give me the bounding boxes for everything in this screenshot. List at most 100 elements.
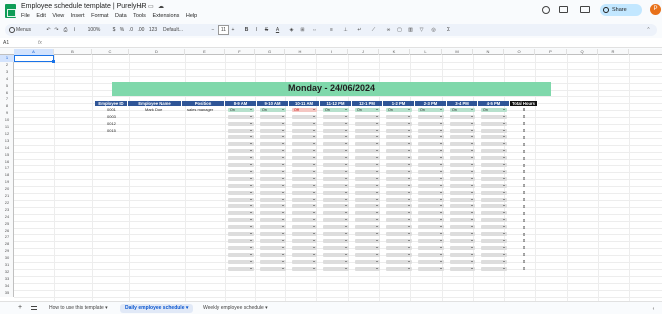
name-box[interactable]: A1 bbox=[3, 39, 9, 47]
time-slot-dropdown[interactable] bbox=[418, 197, 444, 202]
time-slot-dropdown[interactable] bbox=[228, 238, 254, 243]
column-header-f[interactable]: F bbox=[225, 49, 255, 55]
time-slot-dropdown[interactable] bbox=[481, 225, 507, 230]
time-slot-dropdown[interactable] bbox=[418, 225, 444, 230]
time-slot-dropdown[interactable] bbox=[355, 245, 380, 250]
time-slot-dropdown[interactable] bbox=[228, 266, 254, 271]
time-slot-dropdown[interactable] bbox=[292, 218, 317, 223]
total-hours-cell[interactable]: 0 bbox=[510, 114, 538, 119]
time-slot-dropdown[interactable] bbox=[450, 245, 475, 250]
time-slot-dropdown[interactable] bbox=[418, 259, 444, 264]
decrease-font-size-button[interactable]: − bbox=[210, 25, 216, 35]
time-slot-dropdown[interactable] bbox=[292, 121, 317, 126]
align-vertical-icon[interactable]: ⊥ bbox=[341, 25, 350, 35]
time-slot-dropdown[interactable] bbox=[481, 245, 507, 250]
time-slot-dropdown[interactable] bbox=[292, 245, 317, 250]
menu-help[interactable]: Help bbox=[186, 13, 197, 19]
borders-icon[interactable]: ⊞ bbox=[299, 25, 306, 35]
employee-id-cell[interactable]: 0012 bbox=[107, 121, 116, 126]
time-slot-dropdown[interactable] bbox=[228, 259, 254, 264]
time-slot-dropdown[interactable] bbox=[292, 238, 317, 243]
menu-extensions[interactable]: Extensions bbox=[152, 13, 179, 19]
time-slot-dropdown[interactable] bbox=[260, 211, 286, 216]
employee-id-cell[interactable]: 0003 bbox=[107, 114, 116, 119]
time-slot-dropdown[interactable] bbox=[323, 252, 349, 257]
filter-icon[interactable]: ▽ bbox=[418, 25, 425, 35]
row-header-30[interactable]: 30 bbox=[0, 255, 14, 262]
row-header-31[interactable]: 31 bbox=[0, 262, 14, 269]
all-sheets-icon[interactable] bbox=[31, 306, 37, 310]
time-slot-dropdown[interactable] bbox=[228, 169, 254, 174]
row-header-14[interactable]: 14 bbox=[0, 145, 14, 152]
time-slot-dropdown[interactable] bbox=[260, 128, 286, 133]
time-slot-dropdown[interactable] bbox=[450, 238, 475, 243]
time-slot-dropdown[interactable] bbox=[292, 135, 317, 140]
time-slot-dropdown[interactable] bbox=[355, 128, 380, 133]
time-slot-dropdown[interactable] bbox=[228, 163, 254, 167]
time-slot-dropdown[interactable] bbox=[323, 156, 349, 161]
time-slot-dropdown[interactable] bbox=[418, 204, 444, 209]
time-slot-dropdown[interactable] bbox=[481, 204, 507, 209]
bold-icon[interactable]: B bbox=[243, 25, 250, 35]
menu-view[interactable]: View bbox=[52, 13, 64, 19]
column-header-d[interactable]: D bbox=[129, 49, 185, 55]
time-slot-dropdown[interactable] bbox=[386, 142, 412, 147]
time-slot-dropdown[interactable] bbox=[260, 232, 286, 236]
time-slot-dropdown[interactable] bbox=[418, 169, 444, 174]
column-header-q[interactable]: Q bbox=[567, 49, 598, 55]
column-header-l[interactable]: L bbox=[410, 49, 442, 55]
total-hours-cell[interactable]: 0 bbox=[510, 252, 538, 257]
fill-color-icon[interactable]: ◈ bbox=[288, 25, 295, 35]
time-slot-dropdown[interactable] bbox=[481, 190, 507, 195]
time-slot-dropdown[interactable] bbox=[481, 121, 507, 126]
time-slot-dropdown[interactable] bbox=[355, 225, 380, 230]
time-slot-dropdown[interactable] bbox=[323, 225, 349, 230]
time-slot-dropdown[interactable] bbox=[260, 121, 286, 126]
time-slot-dropdown[interactable] bbox=[355, 197, 380, 202]
total-hours-cell[interactable]: 0 bbox=[510, 259, 538, 264]
time-slot-dropdown[interactable] bbox=[323, 232, 349, 236]
time-slot-dropdown[interactable] bbox=[481, 238, 507, 243]
time-slot-dropdown[interactable] bbox=[260, 225, 286, 230]
time-slot-dropdown[interactable] bbox=[228, 142, 254, 147]
time-slot-dropdown[interactable] bbox=[450, 149, 475, 154]
time-slot-dropdown[interactable] bbox=[355, 183, 380, 188]
time-slot-dropdown[interactable] bbox=[228, 128, 254, 133]
time-slot-dropdown[interactable] bbox=[323, 163, 349, 167]
time-slot-dropdown[interactable] bbox=[418, 218, 444, 223]
row-header-10[interactable]: 10 bbox=[0, 117, 14, 124]
time-slot-dropdown[interactable] bbox=[418, 142, 444, 147]
time-slot-dropdown[interactable] bbox=[481, 163, 507, 167]
time-slot-dropdown[interactable] bbox=[260, 169, 286, 174]
time-slot-dropdown[interactable] bbox=[355, 121, 380, 126]
time-slot-dropdown[interactable] bbox=[386, 204, 412, 209]
row-header-2[interactable]: 2 bbox=[0, 62, 14, 69]
time-slot-dropdown[interactable] bbox=[292, 114, 317, 119]
row-header-8[interactable]: 8 bbox=[0, 103, 14, 110]
time-slot-dropdown[interactable] bbox=[418, 135, 444, 140]
total-hours-cell[interactable]: 0 bbox=[510, 128, 538, 133]
time-slot-dropdown[interactable]: On bbox=[481, 107, 507, 112]
time-slot-dropdown[interactable] bbox=[323, 142, 349, 147]
time-slot-dropdown[interactable] bbox=[386, 135, 412, 140]
time-slot-dropdown[interactable] bbox=[418, 266, 444, 271]
time-slot-dropdown[interactable] bbox=[386, 149, 412, 154]
total-hours-cell[interactable]: 0 bbox=[510, 218, 538, 223]
text-rotation-icon[interactable]: ⟋ bbox=[369, 25, 378, 35]
row-header-20[interactable]: 20 bbox=[0, 186, 14, 193]
time-slot-dropdown[interactable] bbox=[292, 204, 317, 209]
position-cell[interactable]: sales manager bbox=[187, 107, 213, 112]
column-header-k[interactable]: K bbox=[379, 49, 410, 55]
time-slot-dropdown[interactable] bbox=[481, 266, 507, 271]
time-slot-dropdown[interactable] bbox=[386, 259, 412, 264]
insert-comment-icon[interactable]: ▢ bbox=[396, 25, 403, 35]
time-slot-dropdown[interactable] bbox=[228, 204, 254, 209]
time-slot-dropdown[interactable] bbox=[355, 156, 380, 161]
time-slot-dropdown[interactable] bbox=[418, 252, 444, 257]
row-header-22[interactable]: 22 bbox=[0, 200, 14, 207]
time-slot-dropdown[interactable] bbox=[355, 252, 380, 257]
time-slot-dropdown[interactable]: Off bbox=[292, 107, 317, 112]
time-slot-dropdown[interactable] bbox=[481, 169, 507, 174]
font-select[interactable]: Default... bbox=[163, 25, 203, 35]
menu-format[interactable]: Format bbox=[91, 13, 108, 19]
